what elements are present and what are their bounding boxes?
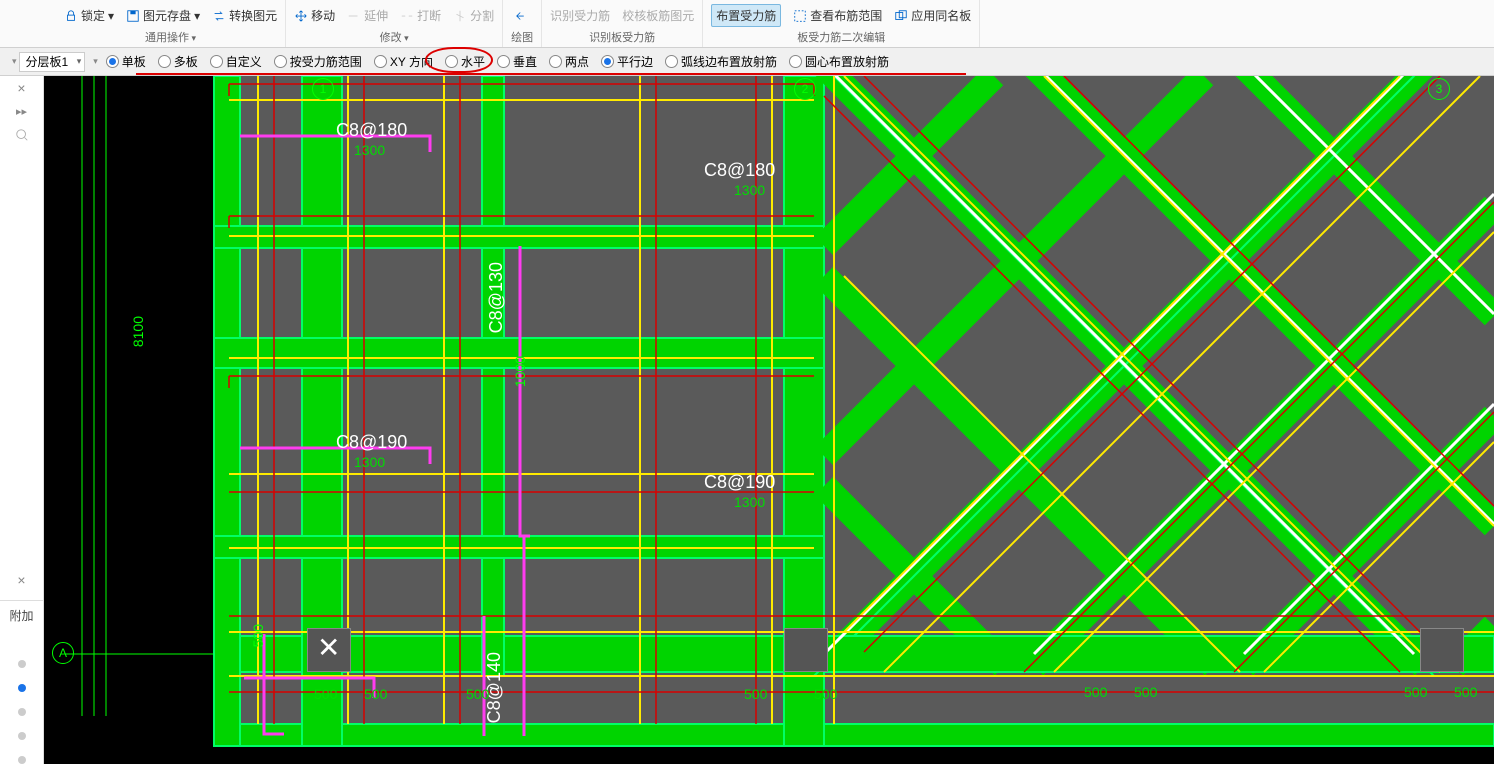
radio-单板[interactable]: 单板	[100, 53, 152, 70]
radio-icon	[789, 55, 802, 68]
radio-label: 弧线边布置放射筋	[681, 53, 777, 70]
radio-label: 圆心布置放射筋	[805, 53, 889, 70]
close-attach-button[interactable]: ×	[17, 572, 25, 588]
extend-icon	[347, 9, 361, 23]
radio-label: 多板	[174, 53, 198, 70]
radio-icon	[497, 55, 510, 68]
radio-icon	[106, 55, 119, 68]
move-button[interactable]: 移动	[294, 7, 335, 24]
extend-button: 延伸	[347, 7, 388, 24]
radio-icon	[549, 55, 562, 68]
radio-label: 平行边	[617, 53, 653, 70]
layer-dots	[18, 660, 26, 764]
radio-XY 方向[interactable]: XY 方向	[368, 53, 439, 70]
axis-bubble: A	[52, 642, 74, 664]
break-icon	[400, 9, 414, 23]
radio-icon	[445, 55, 458, 68]
radio-圆心布置放射筋[interactable]: 圆心布置放射筋	[783, 53, 895, 70]
radio-label: 自定义	[226, 53, 262, 70]
ribbon-group-rebar-edit: 布置受力筋 查看布筋范围 应用同名板 板受力筋二次编辑	[703, 0, 980, 47]
search-icon	[15, 128, 29, 142]
radio-icon	[601, 55, 614, 68]
break-button: 打断	[400, 7, 441, 24]
drawing-canvas[interactable]: ✕ 1 2 3 A 8100 C8@180 1300 C8@180 1300 C…	[44, 76, 1494, 764]
axis-bubble: 2	[794, 78, 816, 100]
undo-button[interactable]	[515, 9, 529, 23]
undo-icon	[515, 9, 529, 23]
radio-label: XY 方向	[390, 53, 433, 70]
layer-dot[interactable]	[18, 684, 26, 692]
view-range-button[interactable]: 查看布筋范围	[793, 7, 882, 24]
radio-icon	[158, 55, 171, 68]
layer-combo[interactable]: 分层板1	[19, 52, 86, 72]
lock-icon	[64, 9, 78, 23]
close-panel-button[interactable]: ×	[17, 80, 25, 96]
radio-水平[interactable]: 水平	[439, 53, 491, 70]
radio-label: 两点	[565, 53, 589, 70]
radio-自定义[interactable]: 自定义	[204, 53, 268, 70]
radio-label: 垂直	[513, 53, 537, 70]
radio-icon	[374, 55, 387, 68]
place-rebar-button[interactable]: 布置受力筋	[711, 4, 781, 27]
attach-panel-label[interactable]: 附加	[0, 600, 43, 624]
annotation-underline	[136, 73, 966, 75]
radio-label: 按受力筋范围	[290, 53, 362, 70]
expand-button[interactable]: ▸▸	[7, 102, 37, 120]
x-mark-icon: ✕	[317, 634, 340, 662]
radio-icon	[210, 55, 223, 68]
radio-icon	[274, 55, 287, 68]
check-drawing-button: 校核板筋图元	[622, 7, 694, 24]
column	[1420, 628, 1464, 672]
ribbon-group-common: 锁定 ▾ 图元存盘 ▾ 转换图元 通用操作	[4, 0, 286, 47]
radio-label: 水平	[461, 53, 485, 70]
left-sidebar: × ▸▸ × 附加	[0, 76, 44, 764]
layer-dot[interactable]	[18, 732, 26, 740]
search-button[interactable]	[7, 126, 37, 144]
radio-两点[interactable]: 两点	[543, 53, 595, 70]
column	[784, 628, 828, 672]
radio-垂直[interactable]: 垂直	[491, 53, 543, 70]
rebar-label: C8@140	[484, 652, 505, 723]
dim-label: 1000	[512, 356, 528, 387]
split-button: 分割	[453, 7, 494, 24]
disk-icon	[126, 9, 140, 23]
radio-按受力筋范围[interactable]: 按受力筋范围	[268, 53, 368, 70]
dimension-label: 8100	[130, 316, 146, 347]
convert-button[interactable]: 转换图元	[212, 7, 277, 24]
split-icon	[453, 9, 467, 23]
cache-button[interactable]: 图元存盘 ▾	[126, 7, 200, 24]
options-bar: ▾ 分层板1 ▾ 单板多板自定义按受力筋范围XY 方向水平垂直两点平行边弧线边布…	[0, 48, 1494, 76]
recognize-rebar-button: 识别受力筋	[550, 7, 610, 24]
layer-dot[interactable]	[18, 756, 26, 764]
radio-label: 单板	[122, 53, 146, 70]
axis-bubble: 1	[312, 78, 334, 100]
rebar-label: C8@130	[486, 262, 507, 333]
ribbon-group-modify: 移动 延伸 打断 分割 修改	[286, 0, 503, 47]
convert-icon	[212, 9, 226, 23]
dim-label: 500	[250, 624, 266, 647]
move-icon	[294, 9, 308, 23]
range-icon	[793, 9, 807, 23]
ribbon-toolbar: 锁定 ▾ 图元存盘 ▾ 转换图元 通用操作 移动 延伸	[0, 0, 1494, 48]
layer-dot[interactable]	[18, 708, 26, 716]
lock-button[interactable]: 锁定 ▾	[64, 7, 114, 24]
apply-icon	[894, 9, 908, 23]
ribbon-group-recognize: 识别受力筋 校核板筋图元 识别板受力筋	[542, 0, 703, 47]
apply-same-button[interactable]: 应用同名板	[894, 7, 971, 24]
radio-icon	[665, 55, 678, 68]
layer-dot[interactable]	[18, 660, 26, 668]
radio-多板[interactable]: 多板	[152, 53, 204, 70]
cad-drawing	[44, 76, 1494, 764]
radio-弧线边布置放射筋[interactable]: 弧线边布置放射筋	[659, 53, 783, 70]
radio-平行边[interactable]: 平行边	[595, 53, 659, 70]
ribbon-group-draw: 绘图	[503, 0, 542, 47]
axis-bubble: 3	[1428, 78, 1450, 100]
